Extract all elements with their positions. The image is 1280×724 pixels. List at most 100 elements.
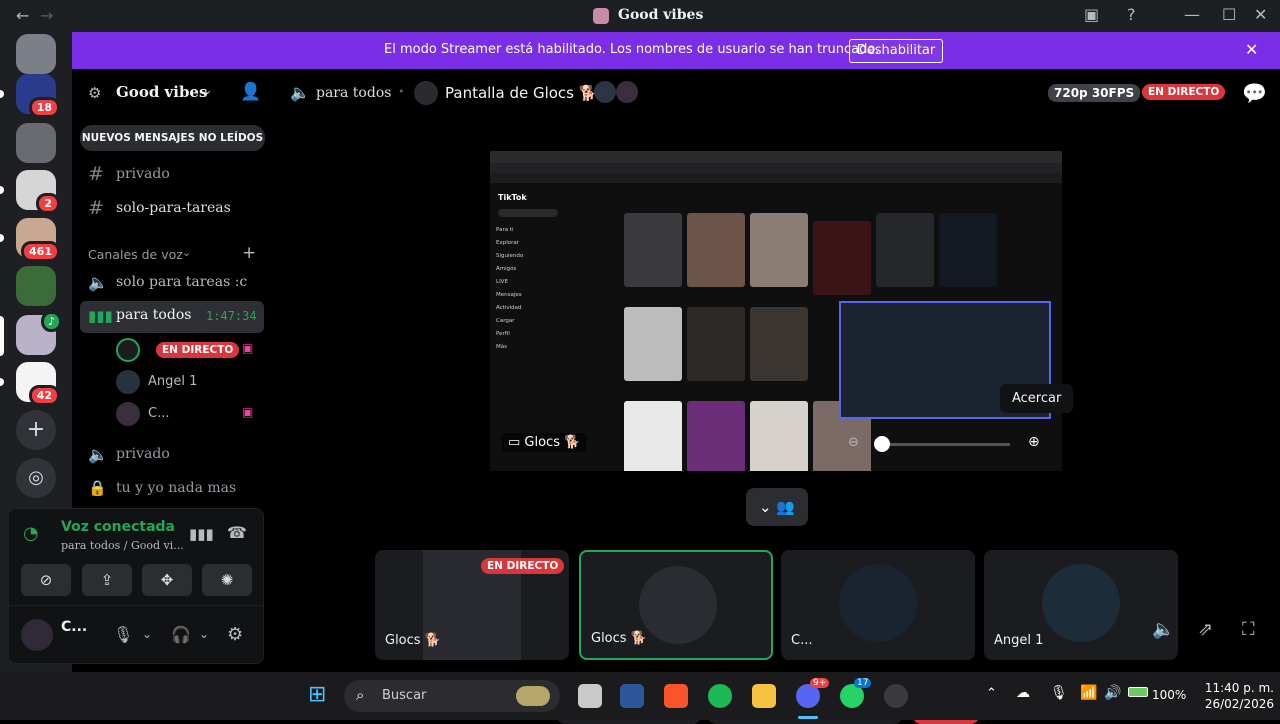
chevron-down-icon[interactable]: ⌄ bbox=[202, 83, 213, 98]
voice-category[interactable]: Canales de voz bbox=[88, 247, 183, 262]
taskbar-search[interactable]: ⌕ Buscar bbox=[344, 680, 560, 712]
zoom-in-icon[interactable]: ⊕ bbox=[1028, 434, 1040, 450]
chevron-down-icon[interactable]: ⌄ bbox=[199, 627, 209, 641]
share-screen-button[interactable]: ⇪ bbox=[82, 564, 132, 596]
microphone-tray-icon[interactable]: 🎙 bbox=[1050, 685, 1068, 701]
viewer-avatar bbox=[594, 81, 616, 103]
discover-icon[interactable]: ◎ bbox=[16, 458, 56, 498]
mention-badge: 461 bbox=[21, 241, 60, 262]
voice-user-1[interactable]: EN DIRECTO ▣ bbox=[116, 336, 266, 364]
fullscreen-icon[interactable]: ⛶ bbox=[1242, 619, 1255, 640]
activities-button[interactable]: ✥ bbox=[142, 564, 192, 596]
server-icon-2[interactable]: 18 bbox=[16, 74, 60, 118]
file-explorer-app-icon[interactable] bbox=[578, 684, 602, 708]
screen-share-video[interactable]: TikTok Para ti Explorar Siguiendo Amigos… bbox=[490, 151, 1062, 471]
voice-status[interactable]: Voz conectada bbox=[61, 519, 175, 535]
tiktok-nav-item: Siguiendo bbox=[496, 253, 524, 259]
unread-pill bbox=[0, 378, 4, 386]
participant-tile-stream[interactable]: EN DIRECTO Glocs 🐕 bbox=[375, 550, 569, 660]
divider bbox=[9, 605, 263, 606]
tiktok-nav-item: Para ti bbox=[496, 227, 514, 233]
maximize-icon[interactable]: ☐ bbox=[1222, 5, 1236, 24]
zoom-slider-track[interactable] bbox=[876, 443, 1010, 446]
add-server-icon[interactable]: + bbox=[16, 410, 56, 450]
server-icon-3[interactable] bbox=[16, 123, 56, 163]
wifi-icon[interactable]: 📶 bbox=[1080, 685, 1097, 701]
taskbar-clock[interactable]: 11:40 p. m. 26/02/2026 bbox=[1196, 680, 1274, 712]
tiktok-search bbox=[498, 209, 558, 217]
spotify-app-icon[interactable] bbox=[708, 684, 732, 708]
voice-channel-locked[interactable]: 🔒 tu y yo nada mas bbox=[80, 474, 264, 504]
headphones-icon[interactable]: 🎧 bbox=[171, 625, 191, 644]
pop-out-icon[interactable]: ⇗ bbox=[1198, 619, 1213, 640]
voice-username: Angel 1 bbox=[148, 374, 198, 389]
close-window-icon[interactable]: ✕ bbox=[1254, 5, 1267, 24]
minimize-icon[interactable]: — bbox=[1184, 5, 1200, 24]
voice-user-3[interactable]: C... ▣ bbox=[116, 400, 266, 428]
avatar bbox=[116, 338, 140, 362]
zoom-slider-handle[interactable] bbox=[874, 436, 890, 452]
streamer-name: Glocs 🐕 bbox=[524, 435, 581, 450]
server-icon-1[interactable] bbox=[16, 34, 56, 74]
soundboard-button[interactable]: ✺ bbox=[202, 564, 252, 596]
brave-app-icon[interactable] bbox=[664, 684, 688, 708]
server-icon-6[interactable] bbox=[16, 266, 56, 306]
forward-arrow-icon[interactable]: → bbox=[40, 6, 53, 25]
participant-tile-c[interactable]: C... bbox=[781, 550, 975, 660]
volume-tray-icon[interactable]: 🔊 bbox=[1104, 685, 1121, 701]
disconnect-icon[interactable]: ☎ bbox=[227, 523, 247, 542]
toggle-participants-button[interactable]: ⌄ 👥 bbox=[746, 488, 808, 526]
video-thumbnail bbox=[750, 401, 808, 471]
server-icon-5[interactable]: 461 bbox=[16, 218, 60, 262]
settings-gear-icon[interactable]: ⚙ bbox=[227, 624, 243, 645]
folder-app-icon[interactable] bbox=[752, 684, 776, 708]
channel-privado[interactable]: # privado bbox=[80, 160, 264, 190]
disable-streamer-button[interactable]: Deshabilitar bbox=[849, 39, 943, 63]
participant-tile-angel[interactable]: Angel 1 bbox=[984, 550, 1178, 660]
voice-user-2[interactable]: Angel 1 bbox=[116, 368, 266, 396]
voice-channel-privado[interactable]: 🔈 privado bbox=[80, 440, 264, 470]
chatgpt-app-icon[interactable] bbox=[884, 684, 908, 708]
back-arrow-icon[interactable]: ← bbox=[16, 6, 29, 25]
noise-suppression-icon[interactable]: ▮▮▮ bbox=[189, 525, 214, 543]
user-avatar[interactable] bbox=[21, 619, 53, 651]
zoom-out-icon[interactable]: ⊖ bbox=[848, 435, 859, 450]
chevron-down-icon[interactable]: ⌄ bbox=[142, 627, 152, 641]
video-icon: ▣ bbox=[242, 341, 254, 355]
tiktok-nav-item: Perfil bbox=[496, 331, 510, 337]
voice-channel-para-todos[interactable]: ▮▮▮ para todos 1:47:34 bbox=[80, 301, 264, 333]
inbox-icon[interactable]: ▣ bbox=[1084, 5, 1099, 24]
volume-icon[interactable]: 🔈 bbox=[1152, 619, 1174, 640]
microphone-icon[interactable]: 🎙 bbox=[113, 625, 133, 644]
current-username[interactable]: C... bbox=[61, 619, 87, 635]
new-messages-bar[interactable]: NUEVOS MENSAJES NO LEÍDOS bbox=[80, 125, 265, 151]
windows-start-icon[interactable]: ⊞ bbox=[308, 682, 326, 707]
chat-bubble-icon[interactable]: 💬 bbox=[1242, 81, 1267, 105]
add-channel-icon[interactable]: + bbox=[242, 243, 256, 263]
server-icon-8[interactable]: 42 bbox=[16, 362, 60, 406]
voice-channel-solo[interactable]: 🔈 solo para tareas :c bbox=[80, 268, 264, 298]
video-thumbnail bbox=[750, 213, 808, 287]
signal-icon[interactable]: ◔ bbox=[23, 523, 39, 544]
battery-icon[interactable] bbox=[1128, 687, 1148, 697]
tiktok-nav-item: Mensajes bbox=[496, 292, 522, 298]
server-name[interactable]: Good vibes bbox=[116, 83, 207, 101]
avatar bbox=[116, 402, 140, 426]
tile-label: Glocs 🐕 bbox=[591, 631, 647, 646]
cloud-sync-icon[interactable]: ☁ bbox=[1016, 685, 1030, 701]
word-app-icon[interactable] bbox=[620, 684, 644, 708]
show-hidden-icons-icon[interactable]: ⌃ bbox=[986, 686, 997, 701]
server-icon-4[interactable]: 2 bbox=[16, 170, 60, 214]
header-channel-name[interactable]: para todos bbox=[316, 85, 391, 101]
participant-tile-glocs[interactable]: Glocs 🐕 bbox=[579, 550, 773, 660]
help-icon[interactable]: ? bbox=[1127, 5, 1136, 24]
invite-people-icon[interactable]: 👤 bbox=[240, 82, 261, 102]
channel-solo-para-tareas[interactable]: # solo-para-tareas bbox=[80, 194, 264, 224]
close-banner-icon[interactable]: ✕ bbox=[1245, 40, 1258, 59]
whatsapp-badge: 17 bbox=[854, 678, 872, 688]
camera-off-button[interactable]: ⊘ bbox=[21, 564, 71, 596]
stream-view: 🔈 para todos • Pantalla de Glocs 🐕 720p … bbox=[272, 69, 1280, 724]
selected-pill bbox=[0, 316, 4, 356]
unread-pill bbox=[0, 90, 4, 98]
server-icon-7[interactable]: ♪ bbox=[16, 311, 62, 355]
